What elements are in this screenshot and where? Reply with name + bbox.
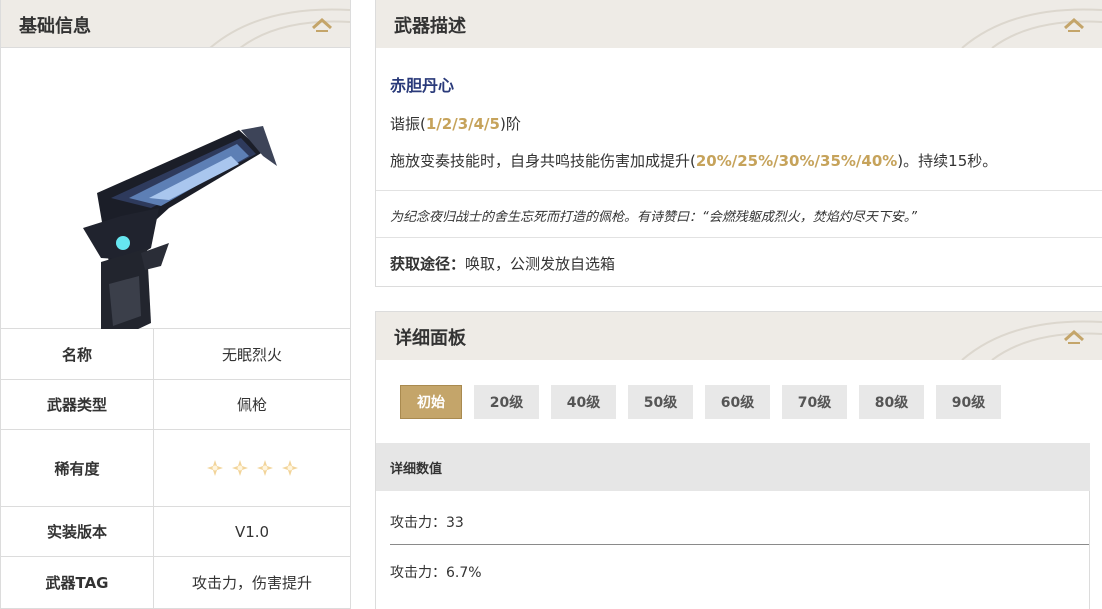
obtain-label: 获取途径： [390,255,466,273]
level-tab-40[interactable]: 40级 [551,385,616,419]
level-tab-90[interactable]: 90级 [936,385,1001,419]
level-tab-60[interactable]: 60级 [705,385,770,419]
stat-row: 攻击力：33 [390,515,464,531]
info-row-version: 实装版本 V1.0 [1,507,350,557]
detail-header: 详细面板 [376,312,1102,360]
info-key: 武器TAG [1,557,154,608]
basic-info-header: 基础信息 [1,0,350,48]
star-icon [256,460,273,476]
resonance-prefix: 谐振( [390,115,426,133]
info-key: 实装版本 [1,507,154,556]
chevron-up-icon[interactable] [1062,326,1086,346]
level-tab-70[interactable]: 70级 [782,385,847,419]
info-value: V1.0 [234,522,270,541]
detail-title: 详细面板 [394,328,466,349]
resonance-line: 谐振(1/2/3/4/5)阶 [390,113,1088,134]
level-tab-80[interactable]: 80级 [859,385,924,419]
stat-divider [390,544,1089,545]
weapon-description-panel: 武器描述 赤胆丹心 谐振(1/2/3/4/5)阶 施放变奏技能时，自身共鸣技能伤… [375,0,1102,287]
passive-name: 赤胆丹心 [390,76,455,95]
info-key: 稀有度 [1,430,154,506]
stats-box: 攻击力：33 攻击力：6.7% [376,491,1090,609]
info-key: 武器类型 [1,380,154,429]
basic-info-panel: 基础信息 名称 无眠烈火 武器类型 佩枪 稀有度 实装版本 V1.0 武器TAG… [0,0,351,609]
lore-text: 为纪念夜归战士的舍生忘死而打造的佩枪。有诗赞曰：“会燃残躯成烈火，焚焰灼尽天下安… [390,210,917,225]
obtain-value: 唤取，公测发放自选箱 [465,255,616,273]
description-body: 赤胆丹心 谐振(1/2/3/4/5)阶 施放变奏技能时，自身共鸣技能伤害加成提升… [376,72,1102,171]
info-value: 无眠烈火 [221,345,282,364]
weapon-description-title: 武器描述 [394,16,466,37]
resonance-levels: 1/2/3/4/5 [425,115,500,133]
level-tab-initial[interactable]: 初始 [400,385,462,419]
rarity-stars [206,460,298,476]
obtain-line: 获取途径：唤取，公测发放自选箱 [376,238,1102,274]
chevron-up-icon[interactable] [1062,14,1086,34]
effect-line: 施放变奏技能时，自身共鸣技能伤害加成提升(20%/25%/30%/35%/40%… [390,150,1088,171]
level-tabs: 初始 20级 40级 50级 60级 70级 80级 90级 [400,385,1001,419]
info-value: 佩枪 [236,396,267,414]
basic-info-title: 基础信息 [19,16,91,37]
info-row-rarity: 稀有度 [1,430,350,507]
effect-values: 20%/25%/30%/35%/40% [695,152,898,170]
star-icon [281,460,298,476]
info-row-type: 武器类型 佩枪 [1,380,350,430]
stats-header: 详细数值 [376,443,1090,491]
info-value-rarity [154,430,350,506]
info-row-tag: 武器TAG 攻击力，伤害提升 [1,557,350,608]
weapon-description-header: 武器描述 [376,0,1102,48]
info-row-name: 名称 无眠烈火 [1,329,350,380]
effect-prefix: 施放变奏技能时，自身共鸣技能伤害加成提升( [390,152,696,170]
level-tab-50[interactable]: 50级 [628,385,693,419]
weapon-image [1,48,350,338]
chevron-up-icon[interactable] [310,14,334,34]
level-tab-20[interactable]: 20级 [474,385,539,419]
pistol-image [83,126,277,338]
stat-row: 攻击力：6.7% [390,565,482,581]
detail-panel: 详细面板 初始 20级 40级 50级 60级 70级 80级 90级 详细数值… [375,311,1102,609]
star-icon [231,460,248,476]
effect-suffix: )。持续15秒。 [897,152,998,170]
info-value: 攻击力，伤害提升 [191,574,312,592]
star-icon [206,460,223,476]
resonance-suffix: )阶 [499,115,521,133]
info-key: 名称 [1,329,154,379]
